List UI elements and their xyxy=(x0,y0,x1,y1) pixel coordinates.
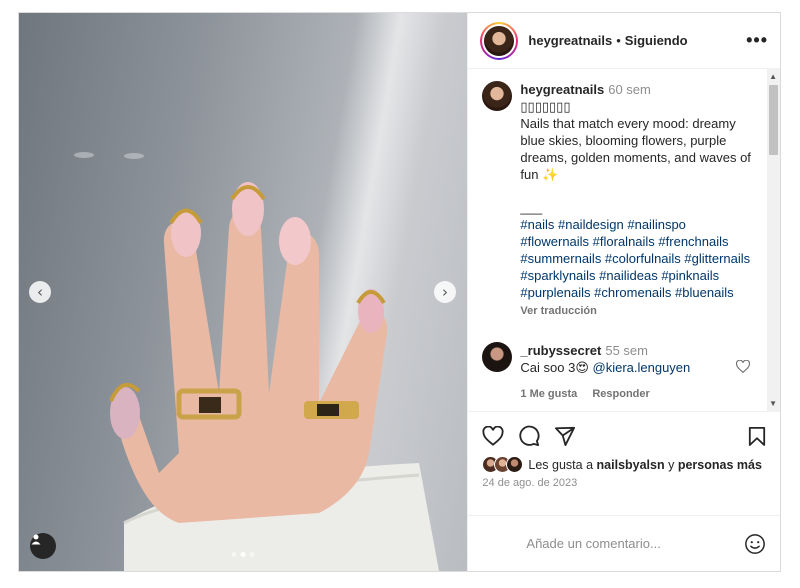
post-actions: Les gusta a nailsbyalsn y personas más 2… xyxy=(468,411,780,489)
save-bookmark-icon[interactable] xyxy=(748,426,766,446)
liker-avatar[interactable] xyxy=(506,456,524,473)
scrollbar-thumb[interactable] xyxy=(769,85,778,155)
comment-reply-button[interactable]: Responder xyxy=(592,388,649,400)
comment-body: _rubyssecret 55 sem Cai soo 3😍 @kiera.len… xyxy=(520,342,752,403)
comment-meta: 1 Me gusta Responder xyxy=(520,386,752,403)
like-heart-icon[interactable] xyxy=(482,426,504,446)
post-date: 24 de ago. de 2023 xyxy=(482,477,578,489)
following-button[interactable]: Siguiendo xyxy=(625,33,688,48)
more-options-icon[interactable]: ••• xyxy=(746,30,768,51)
likes-summary: Les gusta a nailsbyalsn y personas más xyxy=(482,456,766,473)
see-translation-button[interactable]: Ver traducción xyxy=(520,303,752,320)
post-dialog: ‹ › heygreatnails • Siguiendo ••• ▲ ▼ he… xyxy=(18,12,781,572)
comment-time: 55 sem xyxy=(605,343,648,358)
comments-area[interactable]: ▲ ▼ heygreatnails 60 sem ▯▯▯▯▯▯▯ Nails th… xyxy=(468,69,780,411)
scroll-up-arrow-icon[interactable]: ▲ xyxy=(769,72,777,81)
other-likers-link[interactable]: personas más xyxy=(678,458,762,472)
caption-divider: ___ xyxy=(520,200,543,215)
comment-text: Cai soo 3😍 xyxy=(520,360,589,375)
caption-emoji-line: ▯▯▯▯▯▯▯ xyxy=(520,99,571,114)
header-username-link[interactable]: heygreatnails xyxy=(528,33,612,48)
caption-hashtags[interactable]: #nails #naildesign #nailinspo #flowernai… xyxy=(520,216,752,301)
comment-avatar[interactable] xyxy=(482,342,513,372)
caption-username-link[interactable]: heygreatnails xyxy=(520,82,604,97)
comment-likes-button[interactable]: 1 Me gusta xyxy=(520,388,577,400)
tagged-users-button[interactable] xyxy=(30,533,56,559)
comment-mention-link[interactable]: @kiera.lenguyen xyxy=(593,360,691,375)
carousel-prev-button[interactable]: ‹ xyxy=(29,281,51,303)
hand-nails-photo xyxy=(74,152,439,571)
liker-username-link[interactable]: nailsbyalsn xyxy=(597,458,665,472)
emoji-smiley-icon[interactable] xyxy=(744,533,766,555)
comment-row: _rubyssecret 55 sem Cai soo 3😍 @kiera.len… xyxy=(468,342,780,403)
caption-row: heygreatnails 60 sem ▯▯▯▯▯▯▯ Nails that m… xyxy=(468,81,780,320)
carousel-dots xyxy=(231,552,255,557)
share-paper-plane-icon[interactable] xyxy=(554,426,576,446)
story-ring-avatar[interactable] xyxy=(480,21,519,60)
caption-body: heygreatnails 60 sem ▯▯▯▯▯▯▯ Nails that m… xyxy=(520,81,752,320)
post-header: heygreatnails • Siguiendo ••• xyxy=(468,13,780,69)
comment-username-link[interactable]: _rubyssecret xyxy=(520,343,601,358)
action-icons xyxy=(482,422,766,450)
user-icon xyxy=(31,534,41,545)
comment-bubble-icon[interactable] xyxy=(518,425,540,447)
carousel-next-button[interactable]: › xyxy=(434,281,456,303)
avatar xyxy=(484,25,515,56)
caption-time: 60 sem xyxy=(608,82,651,97)
header-separator: • xyxy=(616,33,621,48)
caption-text: Nails that match every mood: dreamy blue… xyxy=(520,116,751,182)
caption-avatar[interactable] xyxy=(482,81,513,111)
post-photo[interactable]: ‹ › xyxy=(19,13,468,571)
post-sidebar: heygreatnails • Siguiendo ••• ▲ ▼ heygre… xyxy=(467,13,780,571)
likes-prefix: Les gusta a xyxy=(528,457,594,472)
likes-text: Les gusta a nailsbyalsn y personas más xyxy=(528,458,762,472)
likes-joiner: y xyxy=(668,457,675,472)
carousel-dot xyxy=(231,552,237,557)
carousel-dot xyxy=(249,552,255,557)
add-comment-bar xyxy=(468,515,780,571)
comment-input[interactable] xyxy=(526,536,744,551)
carousel-dot-active xyxy=(240,552,246,557)
comment-like-heart-icon[interactable] xyxy=(736,360,750,373)
